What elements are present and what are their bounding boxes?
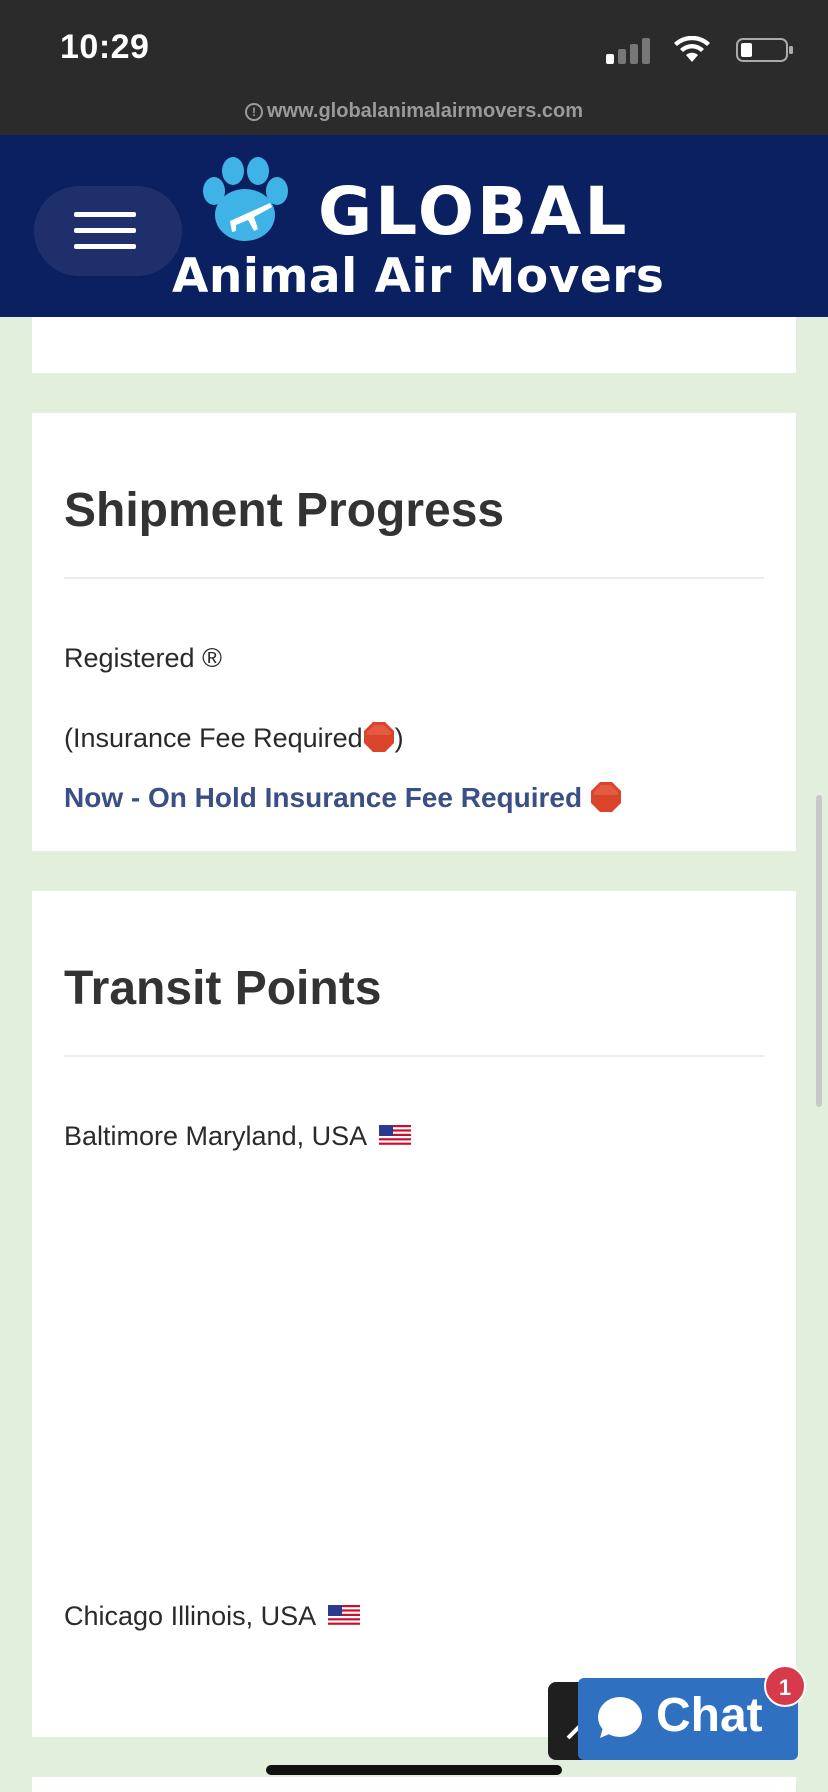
wifi-icon (674, 36, 710, 62)
menu-bar-icon (74, 228, 136, 233)
stop-sign-icon (590, 782, 621, 812)
status-time: 10:29 (60, 28, 150, 66)
url-text: www.globalanimalairmovers.com (266, 100, 584, 122)
transit-point-text: Baltimore Maryland, USA (64, 1121, 366, 1151)
insurance-note: (Insurance Fee Required) (64, 721, 404, 754)
chat-label: Chat (656, 1689, 763, 1742)
insurance-note-text: (Insurance Fee Required (64, 723, 363, 753)
chat-bubble-icon (598, 1697, 642, 1738)
next-card (32, 1777, 796, 1792)
insurance-note-close: ) (394, 723, 404, 753)
status-icons (594, 36, 794, 64)
status-bar: 10:29 ! www.globalanimalairmovers.com (0, 0, 828, 135)
divider (64, 1055, 764, 1057)
chat-notification-badge: 1 (764, 1665, 806, 1707)
transit-point: Baltimore Maryland, USA (64, 1121, 412, 1152)
transit-points-card: Transit Points Baltimore Maryland, USA C… (32, 891, 796, 1737)
transit-points-title: Transit Points (64, 962, 382, 1015)
shipment-progress-card: Shipment Progress Registered ® (Insuranc… (32, 413, 796, 851)
menu-bar-icon (74, 244, 136, 249)
us-flag-icon (328, 1605, 361, 1627)
battery-icon (736, 38, 793, 62)
transit-point-text: Chicago Illinois, USA (64, 1601, 315, 1631)
paw-plane-icon (203, 157, 288, 241)
shipment-status: Registered ® (64, 643, 222, 673)
site-logo[interactable]: GLOBAL Animal Air Movers (170, 153, 664, 304)
shipment-progress-title: Shipment Progress (64, 484, 505, 537)
stop-sign-icon (363, 722, 394, 752)
divider (64, 577, 764, 579)
transit-point: Chicago Illinois, USA (64, 1601, 361, 1632)
us-flag-icon (379, 1125, 412, 1147)
site-header: GLOBAL Animal Air Movers (0, 135, 828, 317)
logo-text-global: GLOBAL (318, 173, 630, 250)
scrollbar[interactable] (816, 795, 822, 1107)
current-status-text: Now - On Hold Insurance Fee Required (64, 782, 583, 813)
hamburger-menu-button[interactable] (34, 186, 182, 276)
address-bar[interactable]: ! www.globalanimalairmovers.com (0, 100, 828, 123)
info-icon: ! (244, 103, 263, 121)
menu-bar-icon (74, 212, 136, 217)
signal-icon (606, 38, 650, 64)
current-status: Now - On Hold Insurance Fee Required (64, 781, 622, 814)
previous-card (32, 317, 796, 373)
home-indicator (266, 1765, 562, 1775)
logo-text-subtitle: Animal Air Movers (172, 249, 665, 304)
